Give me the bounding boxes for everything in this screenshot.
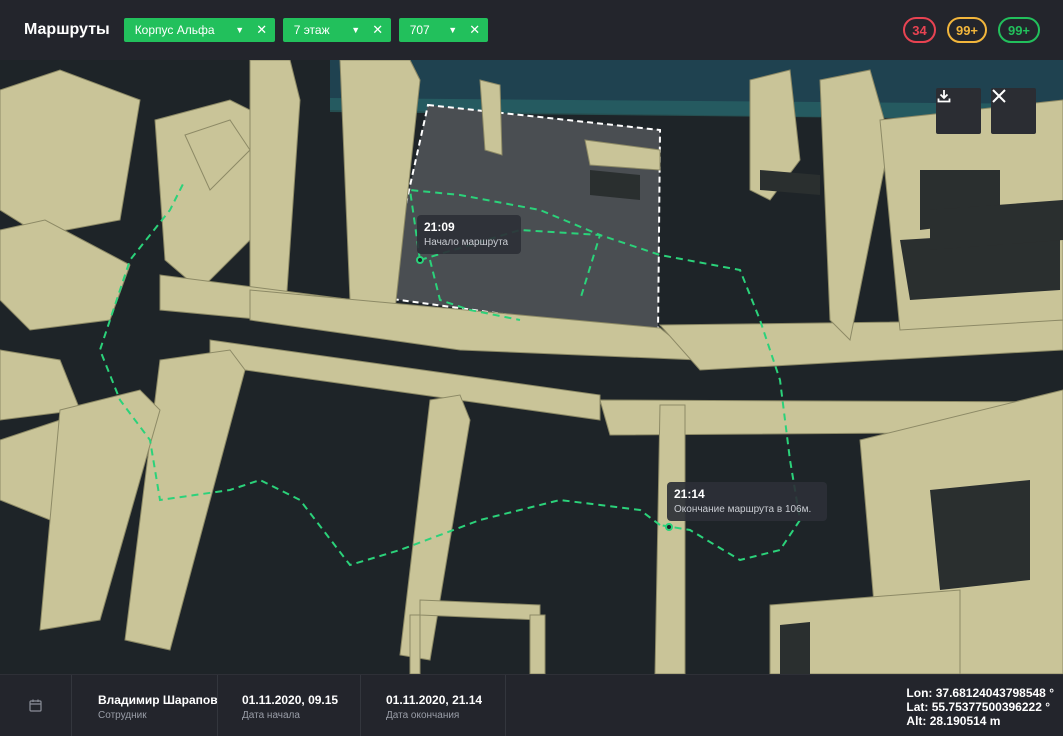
filter-chip-label: Корпус Альфа <box>134 23 215 37</box>
filter-chip-building[interactable]: Корпус Альфа ▼ ✕ <box>123 18 275 42</box>
map-3d-view[interactable]: 21:09 Начало маршрута 21:14 Окончание ма… <box>0 60 1063 674</box>
close-map-button[interactable] <box>991 88 1036 134</box>
download-icon <box>937 90 951 103</box>
end-date-label: Дата окончания <box>386 710 460 721</box>
close-icon <box>992 89 1006 103</box>
chevron-down-icon[interactable]: ▼ <box>444 25 462 35</box>
start-date-value: 01.11.2020, 09.15 <box>242 693 339 707</box>
end-date-value: 01.11.2020, 21.14 <box>386 693 483 707</box>
route-start-tooltip: 21:09 Начало маршрута <box>417 215 521 254</box>
employee-name: Владимир Шарапов <box>98 693 218 707</box>
route-start-marker[interactable] <box>416 256 424 264</box>
filter-chip-floor[interactable]: 7 этаж ▼ ✕ <box>282 18 391 42</box>
alert-badge-yellow[interactable]: 99+ <box>947 17 987 43</box>
divider <box>505 675 506 736</box>
chevron-down-icon[interactable]: ▼ <box>347 25 365 35</box>
coordinates-readout: Lon: 37.68124043798548 ° Lat: 55.7537750… <box>906 686 1054 728</box>
filter-chip-label: 707 <box>409 23 430 37</box>
alert-badge-green[interactable]: 99+ <box>998 17 1040 43</box>
divider <box>360 675 361 736</box>
floor-plan-3d <box>0 60 1063 674</box>
latitude: Lat: 55.75377500396222 ° <box>906 700 1050 714</box>
route-end-label: Окончание маршрута в 106м. <box>674 504 812 515</box>
employee-label: Сотрудник <box>98 710 147 721</box>
close-icon[interactable]: ✕ <box>462 22 488 38</box>
filter-chip-label: 7 этаж <box>293 23 330 37</box>
status-badges: 34 99+ 99+ <box>892 17 1040 43</box>
employee-field: Владимир Шарапов Сотрудник <box>98 693 218 721</box>
route-start-time: 21:09 <box>424 220 455 234</box>
header: Маршруты Корпус Альфа ▼ ✕ 7 этаж ▼ ✕ 707… <box>0 0 1063 60</box>
route-end-marker[interactable] <box>665 523 673 531</box>
route-end-time: 21:14 <box>674 487 705 501</box>
end-date-field: 01.11.2020, 21.14 Дата окончания <box>386 693 482 721</box>
close-icon[interactable]: ✕ <box>249 22 275 38</box>
start-date-field: 01.11.2020, 09.15 Дата начала <box>242 693 338 721</box>
altitude: Alt: 28.190514 m <box>906 714 1001 728</box>
download-button[interactable] <box>936 88 981 134</box>
calendar-button[interactable] <box>0 675 72 736</box>
page-title: Маршруты <box>24 21 110 38</box>
start-date-label: Дата начала <box>242 710 300 721</box>
calendar-icon <box>29 699 42 712</box>
divider <box>217 675 218 736</box>
close-icon[interactable]: ✕ <box>365 22 391 38</box>
alert-badge-red[interactable]: 34 <box>903 17 936 43</box>
chevron-down-icon[interactable]: ▼ <box>231 25 249 35</box>
route-end-tooltip: 21:14 Окончание маршрута в 106м. <box>667 482 827 521</box>
longitude: Lon: 37.68124043798548 ° <box>906 686 1054 700</box>
filter-chip-room[interactable]: 707 ▼ ✕ <box>398 18 488 42</box>
route-start-label: Начало маршрута <box>424 237 509 248</box>
app-root: Маршруты Корпус Альфа ▼ ✕ 7 этаж ▼ ✕ 707… <box>0 0 1063 736</box>
footer-info-bar: Владимир Шарапов Сотрудник 01.11.2020, 0… <box>0 674 1063 736</box>
